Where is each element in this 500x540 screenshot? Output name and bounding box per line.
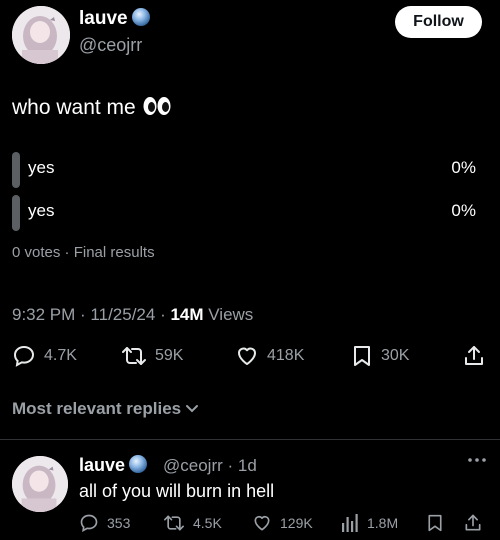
poll-option-label: yes — [28, 158, 55, 177]
repost-button[interactable]: 59K — [121, 344, 183, 368]
post-author-avatar[interactable] — [12, 6, 70, 64]
share-button[interactable] — [462, 344, 486, 368]
poll-status: Final results — [73, 244, 155, 261]
bookmark-button[interactable]: 30K — [351, 344, 409, 368]
views-count: 14M — [170, 305, 204, 324]
views-label: Views — [208, 305, 254, 324]
reply-bookmark-button[interactable] — [426, 513, 444, 533]
post-author-handle[interactable]: @ceojrr — [79, 35, 142, 56]
post-time[interactable]: 9:32 PM — [12, 305, 75, 324]
bookmark-icon — [428, 514, 442, 532]
poll-votes: 0 votes — [12, 244, 61, 261]
reply-like-count: 129K — [280, 515, 313, 531]
poll-bar — [12, 195, 20, 231]
poll-option-percent: 0% — [451, 201, 476, 220]
poll-option-2: yes 0% — [12, 195, 476, 231]
verified-badge-icon — [129, 455, 148, 473]
heart-icon — [254, 515, 270, 531]
share-upload-icon — [465, 514, 481, 531]
bookmark-icon — [354, 346, 370, 366]
reply-count: 4.7K — [44, 347, 77, 364]
eyes-emoji-icon — [142, 96, 172, 122]
poll-meta: 0 votes · Final results — [12, 244, 155, 261]
reply-age[interactable]: 1d — [238, 456, 257, 475]
reply-views-button[interactable]: 1.8M — [341, 513, 398, 533]
heart-icon — [238, 347, 256, 365]
share-upload-icon — [465, 346, 483, 365]
post-author-name[interactable]: lauve — [79, 8, 150, 30]
post-meta: 9:32 PM · 11/25/24 · 14M Views — [12, 305, 254, 324]
reply-repost-count: 4.5K — [193, 515, 222, 531]
poll-option-percent: 0% — [451, 158, 476, 177]
reply-author-name[interactable]: lauve — [79, 455, 148, 476]
follow-button[interactable]: Follow — [395, 6, 482, 38]
repost-arrows-icon — [163, 515, 184, 531]
post-text: who want me — [12, 96, 172, 122]
reply-handle-time: @ceojrr · 1d — [163, 456, 257, 475]
post-text-content: who want me — [12, 96, 136, 119]
speech-bubble-icon — [13, 345, 35, 367]
reply-author-name-text[interactable]: lauve — [79, 455, 125, 475]
reply-share-button[interactable] — [463, 513, 483, 533]
reply-like-button[interactable]: 129K — [252, 513, 313, 533]
reply-author-avatar[interactable] — [12, 456, 68, 512]
repost-arrows-icon — [122, 347, 146, 365]
author-name-text[interactable]: lauve — [79, 8, 128, 29]
poll-option-label: yes — [28, 201, 55, 220]
reply-reply-button[interactable]: 353 — [79, 513, 130, 533]
chevron-down-icon — [186, 405, 199, 413]
like-count: 418K — [267, 347, 305, 364]
reply-text: all of you will burn in hell — [79, 481, 275, 501]
reply-button[interactable]: 4.7K — [12, 344, 77, 368]
more-dots-icon[interactable] — [466, 452, 488, 468]
repost-count: 59K — [155, 347, 184, 364]
bookmark-count: 30K — [381, 347, 410, 364]
reply-repost-button[interactable]: 4.5K — [163, 513, 222, 533]
poll-option-1: yes 0% — [12, 152, 476, 188]
verified-badge-icon — [131, 8, 150, 26]
reply-handle[interactable]: @ceojrr — [163, 456, 223, 475]
post-date[interactable]: 11/25/24 — [90, 305, 155, 324]
replies-sort-label: Most relevant replies — [12, 399, 182, 418]
poll-bar — [12, 152, 20, 188]
reply-reply-count: 353 — [107, 515, 131, 531]
like-button[interactable]: 418K — [235, 344, 304, 368]
section-divider — [0, 439, 500, 440]
speech-bubble-icon — [80, 514, 98, 533]
bar-chart-icon — [342, 514, 358, 532]
replies-sort-dropdown[interactable]: Most relevant replies — [12, 399, 199, 419]
reply-views-count: 1.8M — [367, 515, 399, 531]
